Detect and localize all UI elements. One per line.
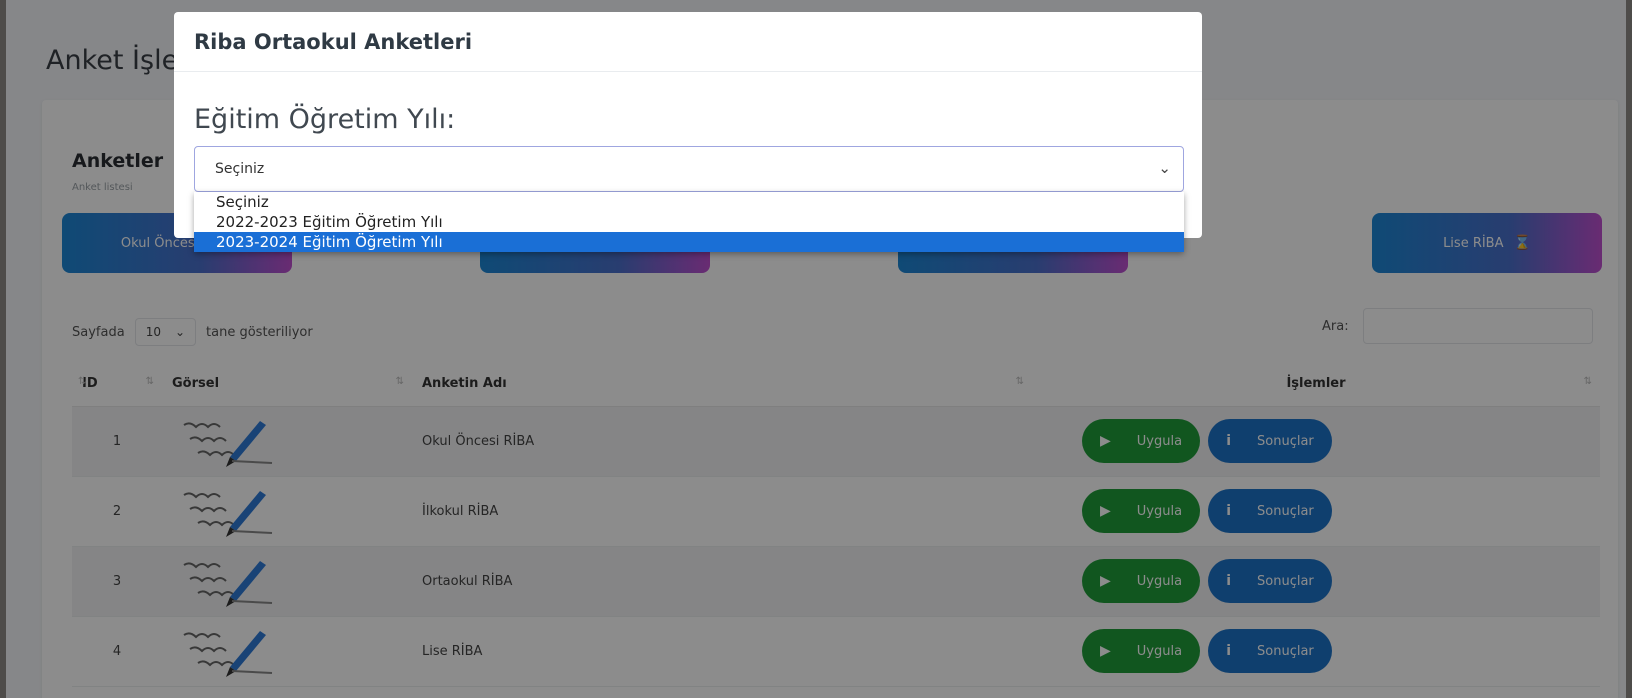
dropdown-option[interactable]: Seçiniz [194,192,1184,212]
year-field-label: Eğitim Öğretim Yılı: [194,104,456,135]
year-select-value: Seçiniz [215,161,265,177]
modal-header: Riba Ortaokul Anketleri [174,12,1202,72]
dropdown-option[interactable]: 2022-2023 Eğitim Öğretim Yılı [194,212,1184,232]
chevron-down-icon: ⌄ [1158,159,1171,177]
modal-title: Riba Ortaokul Anketleri [194,29,473,54]
year-dropdown-list: Seçiniz 2022-2023 Eğitim Öğretim Yılı 20… [194,192,1184,252]
dropdown-option-highlighted[interactable]: 2023-2024 Eğitim Öğretim Yılı [194,232,1184,252]
year-select[interactable]: Seçiniz ⌄ [194,146,1184,192]
